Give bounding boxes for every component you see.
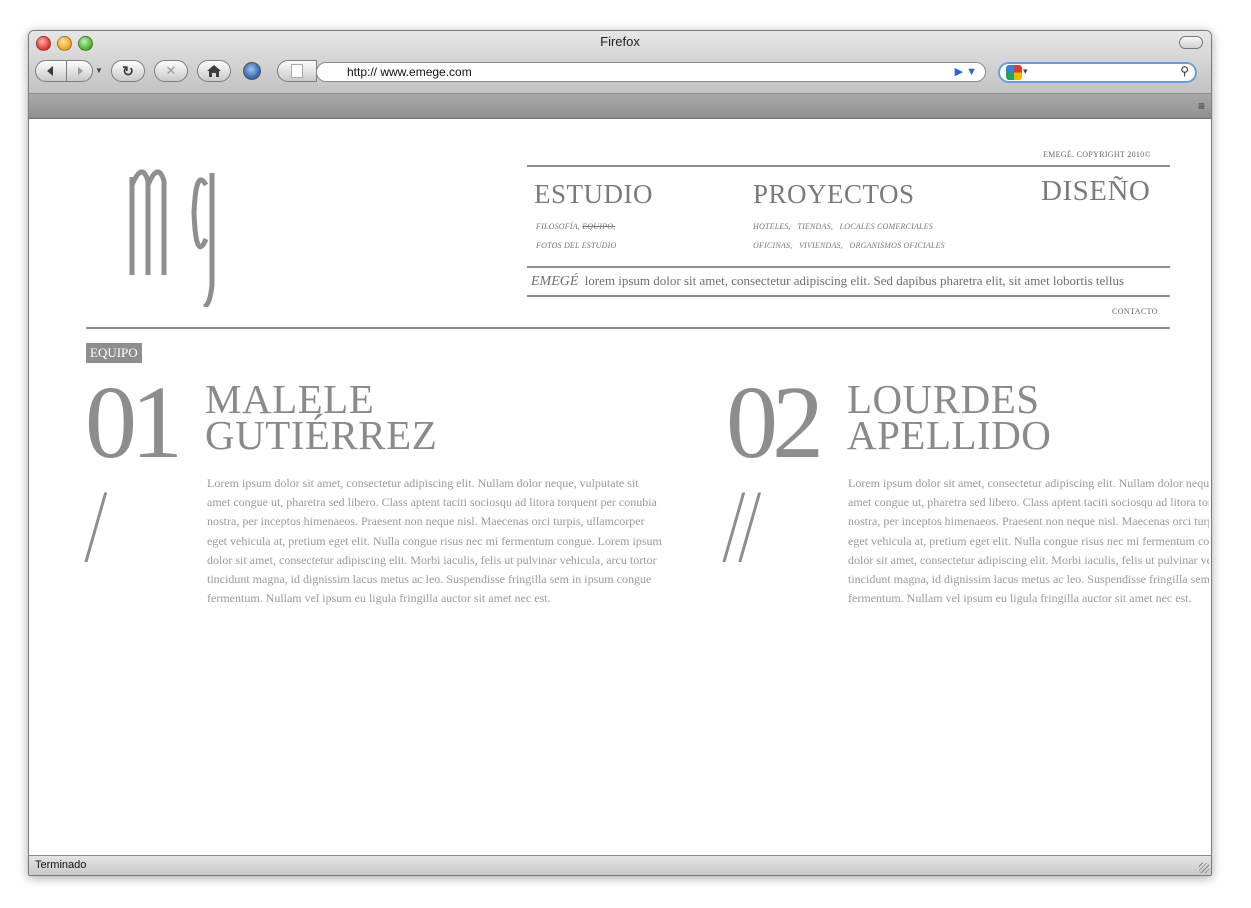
nav-estudio[interactable]: ESTUDIO <box>534 179 653 210</box>
member-slash: / <box>87 469 103 584</box>
member-number: 01 <box>85 365 183 480</box>
browser-window: Firefox ▼ ↻ ✕ http:// www.emege.com ▶ ▼ <box>28 30 1212 876</box>
bookmarks-menu-icon[interactable]: ≡ <box>1198 99 1205 113</box>
bookmark-icon <box>243 62 261 80</box>
back-button[interactable] <box>35 60 67 82</box>
status-bar: Terminado <box>29 855 1211 875</box>
nav-link-filosofia[interactable]: FILOSOFÍA, <box>536 222 580 231</box>
member-last-name: GUTIÉRREZ <box>205 412 438 458</box>
page-content: EMEGÉ. COPYRIGHT 2010© ESTUDIO FILOSOFÍA… <box>29 119 1209 855</box>
member-last-name: APELLIDO <box>847 412 1052 458</box>
status-text: Terminado <box>35 859 87 871</box>
section-badge: EQUIPO <box>86 343 142 363</box>
nav-proyectos[interactable]: PROYECTOS <box>753 179 915 210</box>
nav-middle-divider <box>527 266 1170 268</box>
google-icon[interactable] <box>1006 65 1022 80</box>
url-bar[interactable]: http:// www.emege.com ▶ ▼ <box>316 62 986 82</box>
member-number: 02 <box>726 365 824 480</box>
tagline-brand: EMEGÉ <box>531 274 579 289</box>
logo-mg-icon <box>129 169 215 310</box>
title-bar: Firefox ▼ ↻ ✕ http:// www.emege.com ▶ ▼ <box>29 31 1211 94</box>
forward-button[interactable] <box>66 60 93 82</box>
search-provider-dropdown-icon[interactable]: ▾ <box>1023 66 1028 77</box>
site-logo[interactable] <box>124 157 249 310</box>
url-text[interactable]: http:// www.emege.com <box>347 65 472 79</box>
nav-estudio-sub1: FILOSOFÍA, EQUIPO, <box>536 222 615 231</box>
bookmark-button[interactable] <box>238 60 266 82</box>
nav-proyectos-sub2[interactable]: OFICINAS, VIVIENDAS, ORGANISMOS OFICIALE… <box>753 241 945 250</box>
nav-top-divider <box>527 165 1170 167</box>
copyright-text: EMEGÉ. COPYRIGHT 2010© <box>1043 150 1151 159</box>
home-icon <box>207 65 221 77</box>
reload-icon: ↻ <box>122 62 134 79</box>
search-icon[interactable]: ⚲ <box>1180 64 1189 78</box>
forward-arrow-icon <box>77 67 83 75</box>
nav-link-fotos-estudio[interactable]: FOTOS DEL ESTUDIO <box>536 241 616 250</box>
stop-icon: ✕ <box>165 63 177 78</box>
search-bar[interactable]: ▾ ⚲ <box>998 62 1197 83</box>
back-arrow-icon <box>47 66 53 76</box>
toolbar-toggle-button[interactable] <box>1179 36 1203 49</box>
history-dropdown-icon[interactable]: ▼ <box>95 66 103 75</box>
home-button[interactable] <box>197 60 231 82</box>
tagline-text: lorem ipsum dolor sit amet, consectetur … <box>584 273 1125 288</box>
tagline: EMEGÉ lorem ipsum dolor sit amet, consec… <box>531 273 1124 290</box>
nav-diseno[interactable]: DISEÑO <box>1041 175 1150 208</box>
stop-button[interactable]: ✕ <box>154 60 188 82</box>
nav-bottom-divider <box>527 295 1170 297</box>
page-icon-button[interactable] <box>277 60 317 82</box>
member-bio: Lorem ipsum dolor sit amet, consectetur … <box>848 476 1209 606</box>
url-go-icon[interactable]: ▶ ▼ <box>955 65 977 78</box>
member-slash: // <box>725 469 757 584</box>
bookmarks-toolbar: ≡ <box>29 94 1211 119</box>
window-title: Firefox <box>600 34 640 49</box>
member-bio: Lorem ipsum dolor sit amet, consectetur … <box>207 476 662 606</box>
nav-proyectos-sub1[interactable]: HOTELES, TIENDAS, LOCALES COMERCIALES <box>753 222 933 231</box>
page-icon <box>291 64 303 78</box>
header-divider <box>86 327 1170 329</box>
resize-grip-icon[interactable] <box>1199 863 1209 873</box>
nav-link-equipo[interactable]: EQUIPO, <box>582 222 615 231</box>
nav-contacto[interactable]: CONTACTO <box>1112 307 1158 316</box>
reload-button[interactable]: ↻ <box>111 60 145 82</box>
